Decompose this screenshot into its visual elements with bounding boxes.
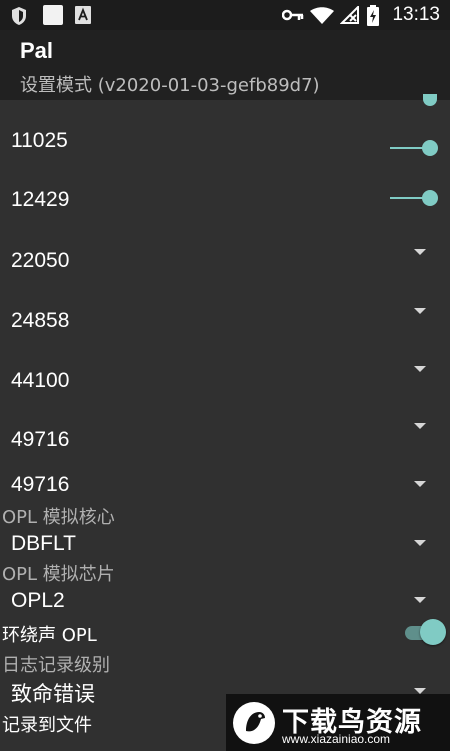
no-sim-icon: [340, 6, 359, 24]
opl-chip-label: OPL 模拟芯片: [2, 564, 115, 585]
app-title: Pal: [20, 38, 54, 63]
sample-rate-option-3[interactable]: 22050: [11, 249, 69, 273]
app-bar: Pal 设置模式 (v2020-01-03-gefb89d7): [0, 30, 450, 100]
watermark-banner: 下载鸟资源 www.xiazainiao.com: [226, 694, 450, 751]
sample-rate-label-2: 12429: [11, 188, 70, 211]
dropdown-arrow-icon[interactable]: [414, 597, 426, 603]
log-level-select[interactable]: 致命错误: [11, 678, 95, 708]
settings-list[interactable]: 11025 12429 22050 24858 44100 49716 4971…: [0, 94, 450, 751]
surround-opl-switch[interactable]: [405, 619, 447, 647]
shield-icon: [12, 7, 26, 25]
sample-rate-option-6[interactable]: 49716: [11, 428, 69, 452]
status-time: 13:13: [392, 4, 440, 25]
wifi-icon: [310, 7, 334, 24]
opl-chip-select[interactable]: OPL2: [11, 589, 65, 613]
sample-rate-option-4[interactable]: 24858: [11, 309, 69, 333]
partial-slider-thumb[interactable]: [423, 94, 437, 106]
opl-core-select[interactable]: DBFLT: [11, 532, 76, 556]
status-bar: 13:13: [0, 0, 450, 30]
log-to-file-label: 记录到文件: [2, 715, 92, 736]
switch-thumb[interactable]: [420, 619, 446, 645]
dropdown-arrow-icon[interactable]: [414, 540, 426, 546]
square-icon: [43, 5, 63, 25]
opl-core-label: OPL 模拟核心: [2, 507, 115, 528]
dropdown-arrow-icon[interactable]: [414, 366, 426, 372]
log-level-label: 日志记录级别: [2, 655, 110, 676]
slider-thumb[interactable]: [422, 140, 438, 156]
dropdown-arrow-icon[interactable]: [414, 481, 426, 487]
bird-logo-icon: [233, 702, 275, 744]
app-subtitle: 设置模式 (v2020-01-03-gefb89d7): [20, 75, 320, 96]
sample-rate-label-1: 11025: [11, 129, 68, 152]
surround-opl-label: 环绕声 OPL: [2, 625, 97, 646]
sample-rate-option-5[interactable]: 44100: [11, 369, 69, 393]
watermark-url: www.xiazainiao.com: [282, 732, 391, 746]
key-icon: [282, 9, 304, 21]
battery-charging-icon: [367, 5, 379, 26]
dropdown-arrow-icon[interactable]: [414, 423, 426, 429]
sample-rate-slider-1[interactable]: [390, 140, 440, 156]
slider-thumb[interactable]: [422, 190, 438, 206]
dropdown-arrow-icon[interactable]: [414, 249, 426, 255]
a-badge-icon: [75, 6, 91, 24]
sample-rate-option-7[interactable]: 49716: [11, 473, 69, 497]
dropdown-arrow-icon[interactable]: [414, 308, 426, 314]
sample-rate-slider-2[interactable]: [390, 190, 440, 206]
